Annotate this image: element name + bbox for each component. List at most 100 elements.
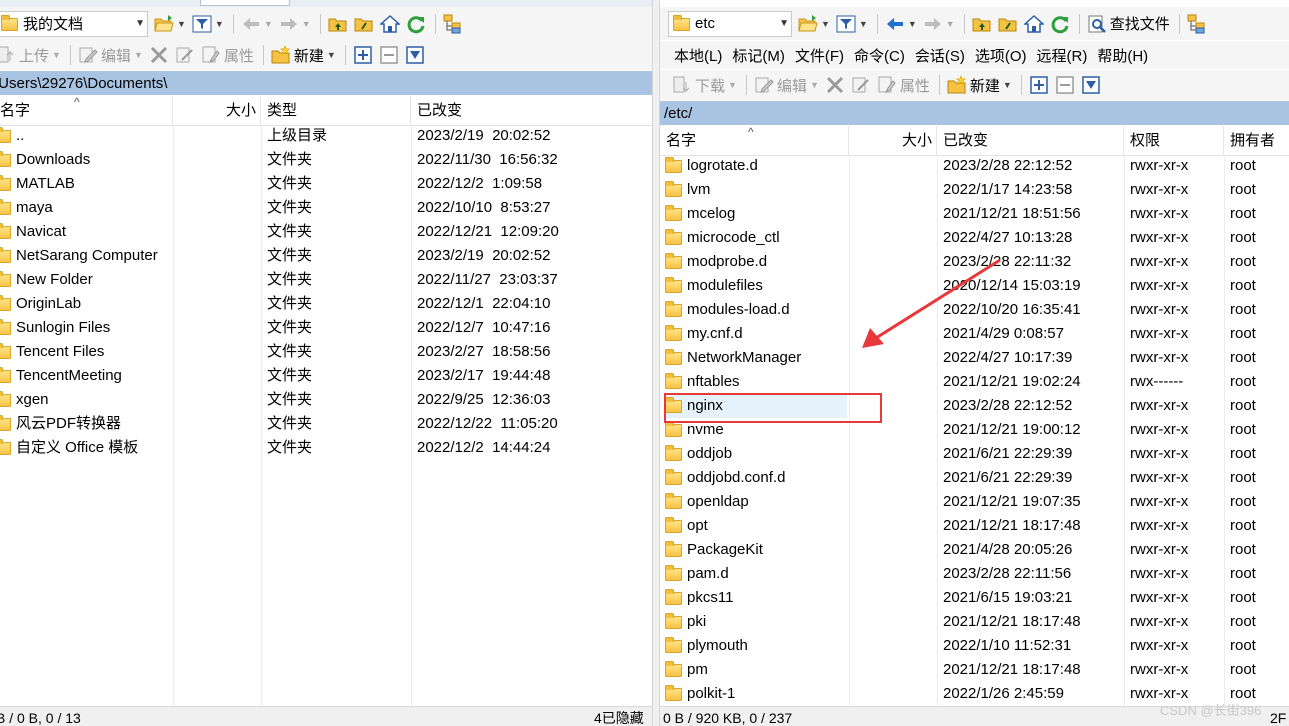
- table-row[interactable]: TencentMeeting 文件夹 2023/2/17 19:44:48: [0, 364, 652, 388]
- table-row[interactable]: modulefiles 2020/12/14 15:03:19 rwxr-xr-x r…: [660, 274, 1289, 298]
- download-button[interactable]: 下载 ▼: [670, 73, 739, 97]
- column-name[interactable]: 名字 ^: [0, 95, 173, 126]
- pane-splitter[interactable]: [652, 0, 660, 726]
- new-button[interactable]: 新建 ▼: [945, 73, 1014, 97]
- properties-button[interactable]: 属性: [875, 73, 932, 97]
- table-row[interactable]: PackageKit 2021/4/28 20:05:26 rwxr-xr-x roo…: [660, 538, 1289, 562]
- chevron-down-icon[interactable]: ▼: [264, 19, 273, 29]
- back-button[interactable]: ▼: [239, 12, 275, 36]
- expand-button[interactable]: [1027, 73, 1051, 97]
- table-row[interactable]: xgen 文件夹 2022/9/25 12:36:03: [0, 388, 652, 412]
- tree-view-button[interactable]: [441, 12, 465, 36]
- rename-button[interactable]: [849, 73, 873, 97]
- column-size[interactable]: 大小: [849, 126, 937, 156]
- column-modified[interactable]: 已改变: [411, 96, 652, 126]
- chevron-down-icon[interactable]: ▼: [821, 19, 830, 29]
- column-permissions[interactable]: 权限: [1124, 126, 1224, 156]
- menu-session[interactable]: 会话(S): [915, 45, 965, 66]
- forward-button[interactable]: ▼: [277, 12, 313, 36]
- chevron-down-icon[interactable]: ▼: [728, 80, 737, 90]
- home-button[interactable]: [1022, 12, 1046, 36]
- chevron-down-icon[interactable]: ▼: [134, 50, 143, 60]
- table-row-selected[interactable]: nginx 2023/2/28 22:12:52 rwxr-xr-x root: [660, 394, 1289, 418]
- collapse-button[interactable]: [377, 43, 401, 67]
- table-row[interactable]: plymouth 2022/1/10 11:52:31 rwxr-xr-x root: [660, 634, 1289, 658]
- column-size[interactable]: 大小: [173, 96, 261, 126]
- home-button[interactable]: [378, 12, 402, 36]
- table-row[interactable]: Navicat 文件夹 2022/12/21 12:09:20: [0, 220, 652, 244]
- select-filter-button[interactable]: [403, 43, 427, 67]
- chevron-down-icon[interactable]: ▼: [177, 19, 186, 29]
- table-row[interactable]: oddjob 2021/6/21 22:29:39 rwxr-xr-x root: [660, 442, 1289, 466]
- table-row[interactable]: New Folder 文件夹 2022/11/27 23:03:37: [0, 268, 652, 292]
- column-name[interactable]: 名字 ^: [660, 125, 849, 156]
- menu-local[interactable]: 本地(L): [674, 45, 722, 66]
- table-row[interactable]: 自定义 Office 模板 文件夹 2022/12/2 14:44:24: [0, 436, 652, 460]
- filter-button[interactable]: ▼: [190, 12, 226, 36]
- table-row[interactable]: oddjobd.conf.d 2021/6/21 22:29:39 rwxr-xr-…: [660, 466, 1289, 490]
- parent-folder-button[interactable]: [326, 12, 350, 36]
- menu-remote[interactable]: 远程(R): [1037, 45, 1088, 66]
- column-modified[interactable]: 已改变: [937, 126, 1124, 156]
- table-row[interactable]: MATLAB 文件夹 2022/12/2 1:09:58: [0, 172, 652, 196]
- chevron-down-icon[interactable]: ▼: [327, 50, 336, 60]
- delete-button[interactable]: [823, 73, 847, 97]
- new-button[interactable]: 新建 ▼: [269, 43, 338, 67]
- table-row[interactable]: opt 2021/12/21 18:17:48 rwxr-xr-x root: [660, 514, 1289, 538]
- table-row[interactable]: pm 2021/12/21 18:17:48 rwxr-xr-x root: [660, 658, 1289, 682]
- menu-mark[interactable]: 标记(M): [732, 45, 785, 66]
- table-row[interactable]: .. 上级目录 2023/2/19 20:02:52: [0, 124, 652, 148]
- table-row[interactable]: 风云PDF转换器 文件夹 2022/12/22 11:05:20: [0, 412, 652, 436]
- chevron-down-icon[interactable]: ▼: [779, 18, 789, 29]
- table-row[interactable]: OriginLab 文件夹 2022/12/1 22:04:10: [0, 292, 652, 316]
- chevron-down-icon[interactable]: ▼: [810, 80, 819, 90]
- chevron-down-icon[interactable]: ▼: [302, 19, 311, 29]
- back-button[interactable]: ▼: [883, 12, 919, 36]
- chevron-down-icon[interactable]: ▼: [859, 19, 868, 29]
- table-row[interactable]: my.cnf.d 2021/4/29 0:08:57 rwxr-xr-x root: [660, 322, 1289, 346]
- chevron-down-icon[interactable]: ▼: [135, 18, 145, 29]
- table-row[interactable]: Tencent Files 文件夹 2023/2/27 18:58:56: [0, 340, 652, 364]
- table-row[interactable]: nvme 2021/12/21 19:00:12 rwxr-xr-x root: [660, 418, 1289, 442]
- tab-fragment[interactable]: [200, 0, 290, 6]
- table-row[interactable]: mcelog 2021/12/21 18:51:56 rwxr-xr-x root: [660, 202, 1289, 226]
- refresh-button[interactable]: [404, 12, 428, 36]
- menu-options[interactable]: 选项(O): [975, 45, 1027, 66]
- parent-folder-button[interactable]: [970, 12, 994, 36]
- table-row[interactable]: pam.d 2023/2/28 22:11:56 rwxr-xr-x root: [660, 562, 1289, 586]
- chevron-down-icon[interactable]: ▼: [52, 50, 61, 60]
- table-row[interactable]: NetSarang Computer 文件夹 2023/2/19 20:02:52: [0, 244, 652, 268]
- table-row[interactable]: modules-load.d 2022/10/20 16:35:41 rwxr-xr…: [660, 298, 1289, 322]
- table-row[interactable]: NetworkManager 2022/4/27 10:17:39 rwxr-xr-…: [660, 346, 1289, 370]
- menu-command[interactable]: 命令(C): [854, 45, 905, 66]
- table-row[interactable]: Downloads 文件夹 2022/11/30 16:56:32: [0, 148, 652, 172]
- table-row[interactable]: lvm 2022/1/17 14:23:58 rwxr-xr-x root: [660, 178, 1289, 202]
- edit-button[interactable]: 编辑 ▼: [752, 73, 821, 97]
- local-location-combo[interactable]: 我的文档 ▼: [0, 10, 148, 37]
- column-type[interactable]: 类型: [261, 96, 411, 126]
- open-folder-button[interactable]: ▼: [152, 12, 188, 36]
- table-row[interactable]: pki 2021/12/21 18:17:48 rwxr-xr-x root: [660, 610, 1289, 634]
- expand-button[interactable]: [351, 43, 375, 67]
- tree-view-button[interactable]: [1185, 12, 1209, 36]
- chevron-down-icon[interactable]: ▼: [1003, 80, 1012, 90]
- menu-file[interactable]: 文件(F): [795, 45, 844, 66]
- find-files-button[interactable]: 查找文件: [1085, 12, 1172, 36]
- root-folder-button[interactable]: [352, 12, 376, 36]
- upload-button[interactable]: 上传 ▼: [0, 43, 63, 67]
- table-row[interactable]: modprobe.d 2023/2/28 22:11:32 rwxr-xr-x roo…: [660, 250, 1289, 274]
- table-row[interactable]: Sunlogin Files 文件夹 2022/12/7 10:47:16: [0, 316, 652, 340]
- edit-button[interactable]: 编辑 ▼: [76, 43, 145, 67]
- column-owner[interactable]: 拥有者: [1224, 126, 1289, 156]
- chevron-down-icon[interactable]: ▼: [908, 19, 917, 29]
- collapse-button[interactable]: [1053, 73, 1077, 97]
- chevron-down-icon[interactable]: ▼: [215, 19, 224, 29]
- remote-path-bar[interactable]: /etc/: [660, 101, 1289, 125]
- filter-button[interactable]: ▼: [834, 12, 870, 36]
- open-folder-button[interactable]: ▼: [796, 12, 832, 36]
- properties-button[interactable]: 属性: [199, 43, 256, 67]
- root-folder-button[interactable]: [996, 12, 1020, 36]
- menu-help[interactable]: 帮助(H): [1097, 45, 1148, 66]
- chevron-down-icon[interactable]: ▼: [946, 19, 955, 29]
- rename-button[interactable]: [173, 43, 197, 67]
